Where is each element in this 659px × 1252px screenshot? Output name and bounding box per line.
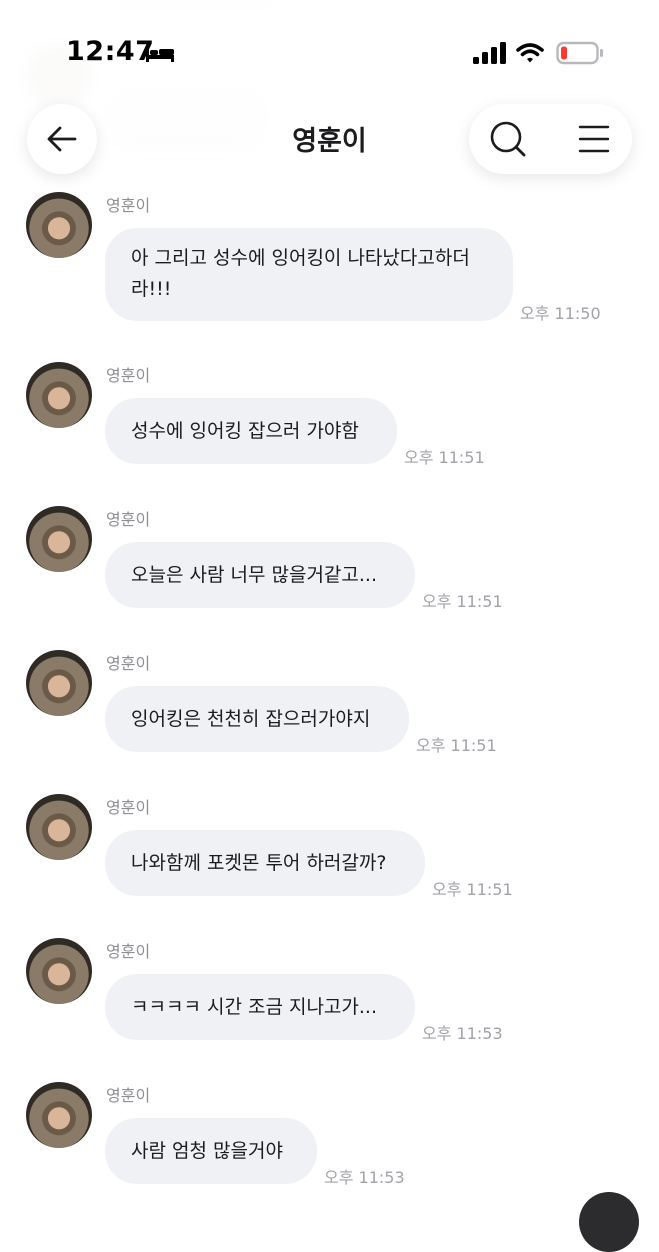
message-text: 아 그리고 성수에 잉어킹이 나타났다고하더 bbox=[131, 247, 470, 269]
signal-icon bbox=[473, 42, 506, 64]
floating-button[interactable] bbox=[579, 1192, 639, 1252]
message-time: 오후 11:50 bbox=[520, 304, 601, 323]
sender-name: 영훈이 bbox=[106, 1086, 151, 1105]
message-bubble[interactable]: 아 그리고 성수에 잉어킹이 나타났다고하더 라!!! bbox=[105, 228, 513, 321]
status-bar: 12:47 bbox=[0, 0, 659, 100]
message-bubble[interactable]: 사람 엄청 많을거야 bbox=[105, 1118, 317, 1184]
avatar[interactable] bbox=[26, 794, 92, 860]
message-bubble[interactable]: 나와함께 포켓몬 투어 하러갈까? bbox=[105, 830, 425, 896]
message-text: 오늘은 사람 너무 많을거같고... bbox=[131, 564, 377, 586]
avatar[interactable] bbox=[26, 1082, 92, 1148]
sender-name: 영훈이 bbox=[106, 510, 151, 529]
message-text: 라!!! bbox=[131, 278, 172, 300]
message-time: 오후 11:51 bbox=[422, 592, 503, 611]
menu-button[interactable] bbox=[571, 116, 617, 162]
avatar[interactable] bbox=[26, 506, 92, 572]
message-time: 오후 11:51 bbox=[404, 448, 485, 467]
message-bubble[interactable]: 성수에 잉어킹 잡으러 가야함 bbox=[105, 398, 397, 464]
battery-low-icon bbox=[556, 41, 603, 65]
sender-name: 영훈이 bbox=[106, 654, 151, 673]
avatar[interactable] bbox=[26, 938, 92, 1004]
bed-icon bbox=[146, 45, 174, 62]
sender-name: 영훈이 bbox=[106, 798, 151, 817]
hamburger-menu-icon bbox=[578, 125, 610, 153]
message-bubble[interactable]: 잉어킹은 천천히 잡으러가야지 bbox=[105, 686, 409, 752]
sender-name: 영훈이 bbox=[106, 366, 151, 385]
status-time: 12:47 bbox=[66, 36, 155, 67]
message-time: 오후 11:53 bbox=[324, 1168, 405, 1187]
avatar[interactable] bbox=[26, 650, 92, 716]
sender-name: 영훈이 bbox=[106, 196, 151, 215]
avatar[interactable] bbox=[26, 192, 92, 258]
avatar[interactable] bbox=[26, 362, 92, 428]
message-text: 성수에 잉어킹 잡으러 가야함 bbox=[131, 420, 359, 442]
wifi-icon bbox=[516, 43, 544, 63]
message-text: 나와함께 포켓몬 투어 하러갈까? bbox=[131, 852, 387, 874]
message-text: ㅋㅋㅋㅋ 시간 조금 지나고가... bbox=[131, 996, 377, 1018]
message-time: 오후 11:53 bbox=[422, 1024, 503, 1043]
search-button[interactable] bbox=[485, 116, 531, 162]
message-bubble[interactable]: ㅋㅋㅋㅋ 시간 조금 지나고가... bbox=[105, 974, 415, 1040]
message-bubble[interactable]: 오늘은 사람 너무 많을거같고... bbox=[105, 542, 415, 608]
message-text: 잉어킹은 천천히 잡으러가야지 bbox=[131, 708, 371, 730]
search-icon bbox=[490, 121, 526, 157]
sender-name: 영훈이 bbox=[106, 942, 151, 961]
message-time: 오후 11:51 bbox=[432, 880, 513, 899]
message-text: 사람 엄청 많을거야 bbox=[131, 1140, 283, 1162]
message-time: 오후 11:51 bbox=[416, 736, 497, 755]
header-actions bbox=[469, 104, 632, 174]
